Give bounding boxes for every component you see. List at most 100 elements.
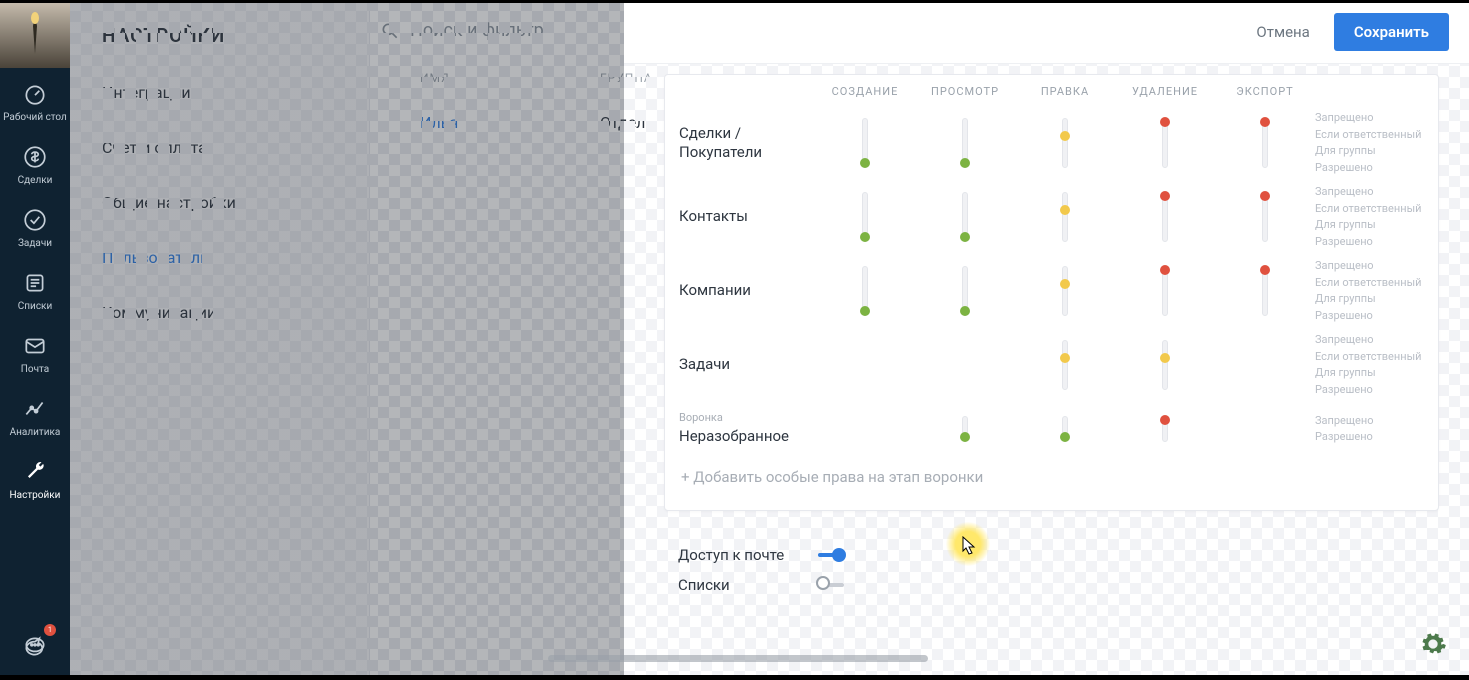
gear-icon[interactable]: [1419, 630, 1447, 658]
permission-cell[interactable]: [1115, 266, 1215, 316]
horizontal-scrollbar[interactable]: [548, 655, 928, 662]
permission-cell[interactable]: [1215, 266, 1315, 316]
permission-cell[interactable]: [915, 192, 1015, 242]
settings-title: НАСТРОЙКИ: [70, 0, 369, 65]
permission-cell[interactable]: [1115, 192, 1215, 242]
permission-slider[interactable]: [1056, 416, 1074, 442]
permission-slider[interactable]: [1056, 192, 1074, 242]
permission-cell[interactable]: [1015, 416, 1115, 442]
toggle-lists-label: Списки: [678, 576, 788, 594]
permission-slider[interactable]: [1156, 192, 1174, 242]
settings-item-users[interactable]: Пользователи: [70, 230, 369, 285]
permission-row-label: ВоронкаНеразобранное: [665, 411, 815, 447]
nav-item-settings[interactable]: Настройки: [0, 446, 70, 509]
chat-icon: [22, 630, 48, 662]
settings-sidebar: НАСТРОЙКИ Интеграции Счет и оплата Общие…: [70, 0, 370, 680]
permission-legend: ЗапрещеноЕсли ответственныйДля группыРаз…: [1315, 332, 1438, 398]
col-header-name: ИМЯ: [420, 71, 600, 85]
frame-bottom: [0, 675, 1469, 680]
permission-row: Задачи ЗапрещеноЕсли ответственныйДля гру…: [665, 328, 1438, 402]
permission-slider[interactable]: [956, 416, 974, 442]
permission-cell[interactable]: [815, 266, 915, 316]
col-delete: УДАЛЕНИЕ: [1115, 85, 1215, 98]
permission-cell[interactable]: [915, 118, 1015, 168]
frame-top: [0, 0, 1469, 3]
nav-item-lists[interactable]: Списки: [0, 257, 70, 320]
app-logo[interactable]: [0, 0, 70, 68]
permission-slider[interactable]: [956, 192, 974, 242]
permission-row: КонтактыЗапрещеноЕсли ответственныйДля г…: [665, 180, 1438, 254]
nav-label: Сделки: [18, 175, 53, 186]
nav-item-chat[interactable]: 1: [0, 620, 70, 680]
permission-slider[interactable]: [856, 266, 874, 316]
permission-cell[interactable]: [915, 416, 1015, 442]
permission-slider[interactable]: [956, 266, 974, 316]
user-permissions-drawer: Отмена Сохранить СОЗДАНИЕ ПРОСМОТР ПРАВК…: [624, 0, 1439, 680]
permission-slider[interactable]: [856, 192, 874, 242]
left-nav: Рабочий стол Сделки Задачи Списки Почта …: [0, 0, 70, 680]
permission-slider[interactable]: [1256, 266, 1274, 316]
toggle-lists[interactable]: [816, 577, 846, 593]
permission-cell[interactable]: [915, 266, 1015, 316]
permission-slider[interactable]: [956, 118, 974, 168]
toggle-mail-label: Доступ к почте: [678, 546, 788, 564]
settings-item-communications[interactable]: Коммуникации: [70, 285, 369, 340]
permission-legend: ЗапрещеноЕсли ответственныйДля группыРаз…: [1315, 184, 1438, 250]
settings-item-billing[interactable]: Счет и оплата: [70, 120, 369, 175]
nav-item-analytics[interactable]: Аналитика: [0, 383, 70, 446]
permission-slider[interactable]: [1156, 340, 1174, 390]
permission-cell[interactable]: [1015, 192, 1115, 242]
permission-slider[interactable]: [1056, 340, 1074, 390]
cancel-button[interactable]: Отмена: [1250, 15, 1315, 49]
settings-item-integrations[interactable]: Интеграции: [70, 65, 369, 120]
permission-cell[interactable]: [1115, 118, 1215, 168]
toggle-mail[interactable]: [816, 547, 846, 563]
nav-item-mail[interactable]: Почта: [0, 320, 70, 383]
col-create: СОЗДАНИЕ: [815, 85, 915, 98]
permission-cell[interactable]: [1015, 340, 1115, 390]
permission-cell[interactable]: [1015, 118, 1115, 168]
col-view: ПРОСМОТР: [915, 85, 1015, 98]
permission-slider[interactable]: [1156, 266, 1174, 316]
col-edit: ПРАВКА: [1015, 85, 1115, 98]
permission-cell[interactable]: [1015, 266, 1115, 316]
user-name: Илья: [420, 113, 600, 132]
nav-label: Настройки: [10, 490, 61, 501]
search-placeholder: Поиск и фильтр: [410, 20, 544, 41]
nav-item-deals[interactable]: Сделки: [0, 131, 70, 194]
wrench-icon: [22, 456, 48, 488]
gauge-icon: [22, 78, 48, 110]
permission-row-label: Сделки / Покупатели: [665, 124, 815, 163]
permission-slider[interactable]: [856, 118, 874, 168]
permission-row-label: Задачи: [665, 355, 815, 375]
permissions-card: СОЗДАНИЕ ПРОСМОТР ПРАВКА УДАЛЕНИЕ ЭКСПОР…: [664, 74, 1439, 511]
nav-item-tasks[interactable]: Задачи: [0, 194, 70, 257]
permission-slider[interactable]: [1256, 192, 1274, 242]
permission-cell[interactable]: [815, 192, 915, 242]
nav-label: Рабочий стол: [3, 112, 67, 123]
settings-item-general[interactable]: Общие настройки: [70, 175, 369, 230]
permission-cell[interactable]: [815, 118, 915, 168]
permissions-header-row: СОЗДАНИЕ ПРОСМОТР ПРАВКА УДАЛЕНИЕ ЭКСПОР…: [665, 75, 1438, 106]
permission-cell[interactable]: [1215, 192, 1315, 242]
permission-slider[interactable]: [1056, 266, 1074, 316]
dollar-icon: [22, 141, 48, 173]
permission-cell[interactable]: [1215, 118, 1315, 168]
nav-item-dashboard[interactable]: Рабочий стол: [0, 68, 70, 131]
permission-row: Сделки / ПокупателиЗапрещеноЕсли ответст…: [665, 106, 1438, 180]
permission-slider[interactable]: [1156, 416, 1174, 442]
permission-slider[interactable]: [1256, 118, 1274, 168]
check-circle-icon: [22, 204, 48, 236]
permission-slider[interactable]: [1156, 118, 1174, 168]
permission-legend: ЗапрещеноРазрешено: [1315, 413, 1438, 446]
add-stage-permissions[interactable]: + Добавить особые права на этап воронки: [665, 456, 1438, 498]
permission-slider[interactable]: [1056, 118, 1074, 168]
search-icon: [380, 21, 400, 41]
chart-icon: [22, 393, 48, 425]
mail-icon: [22, 330, 48, 362]
permission-cell[interactable]: [1115, 340, 1215, 390]
nav-label: Списки: [18, 301, 52, 312]
save-button[interactable]: Сохранить: [1334, 13, 1449, 51]
drawer-header: Отмена Сохранить: [624, 0, 1469, 64]
permission-cell[interactable]: [1115, 416, 1215, 442]
